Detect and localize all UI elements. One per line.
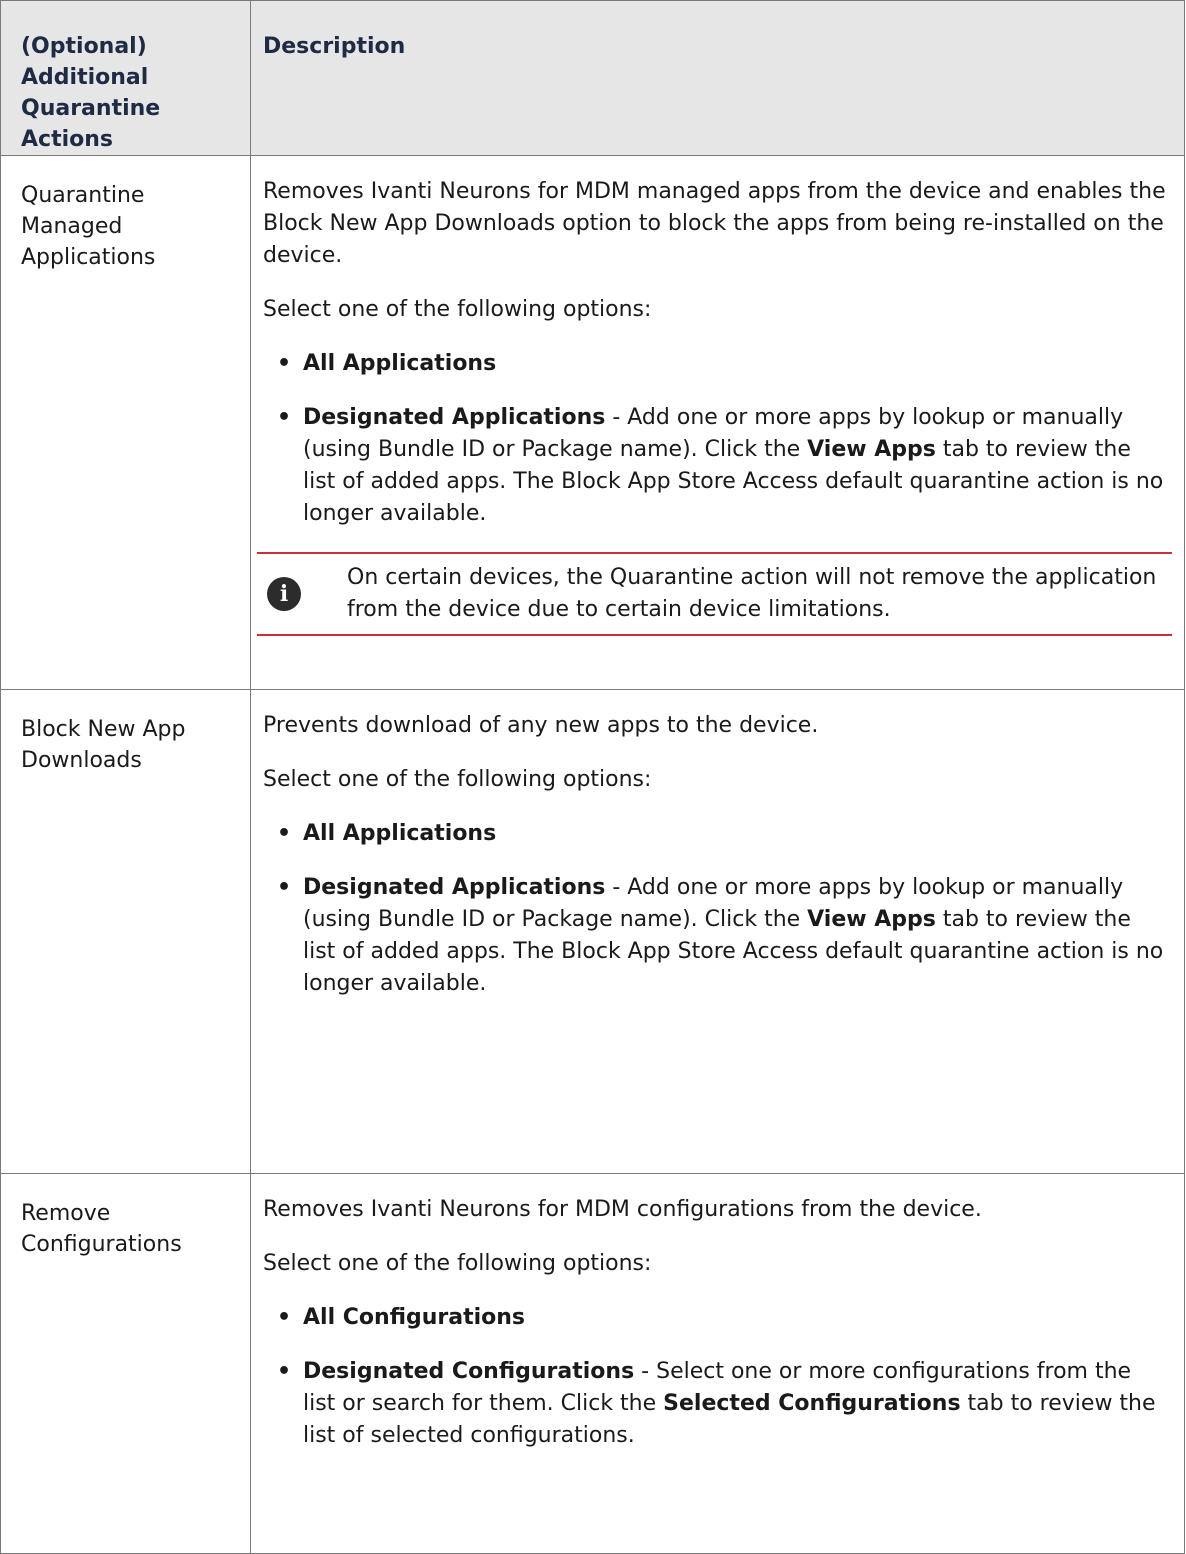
tab-name: View Apps [807, 437, 936, 462]
table-row: Remove Configurations Removes Ivanti Neu… [0, 1173, 1185, 1554]
option-designated-label: Designated Configurations [303, 1359, 635, 1384]
bullet-icon: • [277, 1305, 292, 1330]
tab-name: View Apps [807, 907, 936, 932]
action-description: Removes Ivanti Neurons for MDM managed a… [250, 155, 1185, 690]
action-description: Prevents download of any new apps to the… [250, 689, 1185, 1174]
description-intro: Removes Ivanti Neurons for MDM configura… [263, 1197, 982, 1222]
description-intro: Prevents download of any new apps to the… [263, 713, 819, 738]
header-action: (Optional) Additional Quarantine Actions [0, 0, 251, 156]
note-text: On certain devices, the Quarantine actio… [347, 565, 1157, 622]
bullet-icon: • [277, 875, 292, 900]
options-list: • All Applications • Designated Applicat… [263, 348, 1166, 530]
description-intro: Removes Ivanti Neurons for MDM managed a… [263, 179, 1166, 268]
header-description: Description [250, 0, 1185, 156]
table-row: Block New App Downloads Prevents downloa… [0, 689, 1185, 1174]
action-name: Quarantine Managed Applications [0, 155, 251, 690]
bullet-icon: • [277, 351, 292, 376]
list-item: • Designated Configurations - Select one… [263, 1356, 1166, 1452]
bullet-icon: • [277, 405, 292, 430]
info-icon: i [267, 577, 301, 611]
option-all: All Applications [303, 351, 497, 376]
select-instruction: Select one of the following options: [263, 767, 652, 792]
option-designated-label: Designated Applications [303, 875, 606, 900]
note-box: i On certain devices, the Quarantine act… [257, 552, 1172, 636]
options-list: • All Configurations • Designated Config… [263, 1302, 1166, 1452]
select-instruction: Select one of the following options: [263, 1251, 652, 1276]
table-header-row: (Optional) Additional Quarantine Actions… [0, 0, 1185, 156]
options-list: • All Applications • Designated Applicat… [263, 818, 1166, 1000]
action-description: Removes Ivanti Neurons for MDM configura… [250, 1173, 1185, 1554]
list-item: • All Applications [263, 348, 1166, 380]
option-designated-label: Designated Applications [303, 405, 606, 430]
list-item: • Designated Applications - Add one or m… [263, 872, 1166, 1000]
action-name: Block New App Downloads [0, 689, 251, 1174]
list-item: • Designated Applications - Add one or m… [263, 402, 1166, 530]
option-all: All Applications [303, 821, 497, 846]
bullet-icon: • [277, 1359, 292, 1384]
tab-name: Selected Configurations [663, 1391, 961, 1416]
action-name: Remove Configurations [0, 1173, 251, 1554]
option-all: All Configurations [303, 1305, 526, 1330]
bullet-icon: • [277, 821, 292, 846]
list-item: • All Configurations [263, 1302, 1166, 1334]
quarantine-actions-table: (Optional) Additional Quarantine Actions… [0, 0, 1185, 1554]
select-instruction: Select one of the following options: [263, 297, 652, 322]
table-row: Quarantine Managed Applications Removes … [0, 155, 1185, 690]
list-item: • All Applications [263, 818, 1166, 850]
